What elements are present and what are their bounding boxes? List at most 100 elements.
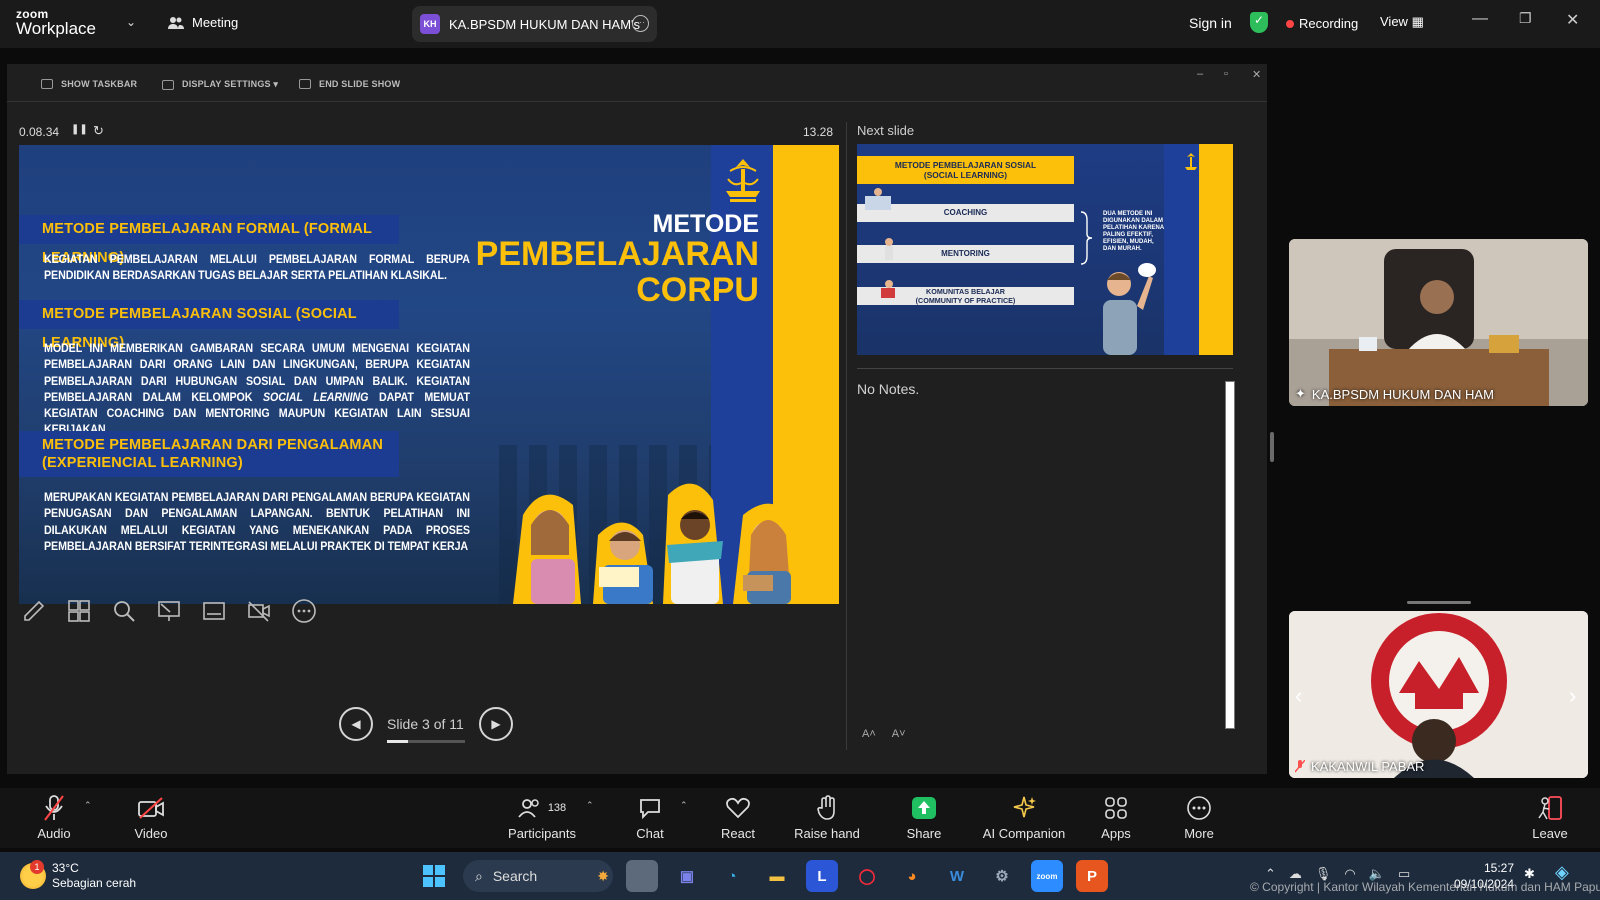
clock-time: 15:27	[1483, 861, 1514, 875]
end-slide-show-button[interactable]: END SLIDE SHOW	[299, 79, 400, 89]
more-label: More	[1184, 826, 1214, 841]
speaker-notes[interactable]: No Notes.	[857, 381, 919, 397]
chevron-down-icon[interactable]: ⌄	[126, 15, 136, 29]
task-view-icon[interactable]	[626, 860, 658, 892]
react-button[interactable]: React	[718, 793, 758, 841]
section-formal-title: METODE PEMBELAJARAN FORMAL (FORMAL LEARN…	[19, 215, 399, 266]
share-button[interactable]: Share	[902, 793, 946, 841]
firefox-browser-icon[interactable]: ◕	[896, 860, 928, 892]
restart-timer-icon[interactable]: ↻	[93, 123, 104, 139]
pane-divider[interactable]	[846, 122, 847, 750]
audio-caret-icon[interactable]: ⌃	[84, 800, 92, 811]
settings-gear-icon[interactable]: ⚙	[986, 860, 1018, 892]
weather-widget[interactable]: 1 33°C Sebagian cerah	[20, 860, 136, 891]
slide-navigation: ◀ Slide 3 of 11 ▶	[339, 707, 513, 743]
raised-hand-icon	[817, 795, 835, 820]
w-app-icon[interactable]: W	[941, 860, 973, 892]
next-tile-icon[interactable]: ›	[1569, 683, 1576, 709]
decrease-font-icon[interactable]: A˅	[892, 728, 906, 740]
restore-window-icon[interactable]: ❐	[1519, 10, 1532, 27]
muted-mic-icon	[1295, 760, 1305, 773]
current-time: 13.28	[803, 125, 834, 139]
presenter-close-icon[interactable]: ✕	[1252, 68, 1261, 81]
split-view-handle[interactable]	[1270, 432, 1274, 462]
ai-companion-button[interactable]: AI Companion	[982, 793, 1066, 841]
taskbar-search[interactable]: ⌕ Search ✸	[463, 860, 613, 892]
search-label: Search	[492, 868, 538, 884]
subtitles-icon[interactable]	[199, 597, 228, 626]
next-slide-icon[interactable]: ▶	[479, 707, 513, 741]
tiles-drag-grip[interactable]	[1407, 601, 1471, 604]
section-experiential-text: MERUPAKAN KEGIATAN PEMBELAJARAN DARI PEN…	[44, 492, 470, 553]
l-app-icon[interactable]: L	[806, 860, 838, 892]
taskbar-apps: ⌕ Search ✸ ▣ ◔ ▬ L ◯ ◕ W ⚙ zoom P	[418, 860, 1108, 892]
zoom-app-icon[interactable]: zoom	[1031, 860, 1063, 892]
more-button[interactable]: More	[1180, 793, 1218, 841]
previous-tile-icon[interactable]: ‹	[1295, 683, 1302, 709]
meeting-label: Meeting	[192, 15, 239, 30]
view-button[interactable]: View ▦	[1380, 14, 1424, 30]
muted-microphone-icon	[44, 795, 64, 821]
ai-companion-label: AI Companion	[982, 826, 1066, 841]
current-slide[interactable]: METODE PEMBELAJARAN FORMAL (FORMAL LEARN…	[19, 145, 839, 604]
slide-progress-bar	[387, 740, 465, 743]
file-explorer-icon[interactable]: ▬	[761, 860, 793, 892]
powerpoint-icon[interactable]: P	[1076, 860, 1108, 892]
video-tile-host[interactable]: ✦ KA.BPSDM HUKUM DAN HAM	[1289, 239, 1588, 406]
see-all-slides-icon[interactable]	[64, 597, 93, 626]
more-options-icon[interactable]: ···	[632, 15, 649, 32]
opera-browser-icon[interactable]: ◯	[851, 860, 883, 892]
video-tile-kakanwil[interactable]: ‹ › KAKANWIL PABAR	[1289, 611, 1588, 778]
edge-browser-icon[interactable]: ◔	[716, 860, 748, 892]
chat-button[interactable]: Chat	[630, 793, 670, 841]
notification-badge: 1	[30, 860, 44, 874]
display-settings-button[interactable]: DISPLAY SETTINGS ▾	[162, 79, 278, 90]
next-slide-label: Next slide	[857, 123, 915, 138]
minimize-window-icon[interactable]: —	[1472, 10, 1488, 28]
raise-hand-button[interactable]: Raise hand	[792, 793, 862, 841]
sign-in-link[interactable]: Sign in	[1189, 15, 1232, 31]
windows-start-icon[interactable]	[418, 860, 450, 892]
temperature: 33°C	[52, 861, 79, 875]
participant-name: KAKANWIL PABAR	[1311, 759, 1425, 774]
teams-meet-icon[interactable]: ▣	[671, 860, 703, 892]
presenter-restore-icon[interactable]: ▫	[1224, 68, 1228, 80]
presenter-minimize-icon[interactable]: –	[1197, 68, 1203, 80]
social-text-italic: SOCIAL LEARNING	[263, 391, 369, 404]
participants-caret-icon[interactable]: ⌃	[586, 800, 594, 811]
chat-bubble-icon	[640, 799, 660, 819]
previous-slide-icon[interactable]: ◀	[339, 707, 373, 741]
notes-scrollbar[interactable]	[1225, 381, 1235, 729]
video-button[interactable]: Video	[132, 793, 170, 841]
leave-button[interactable]: Leave	[1530, 793, 1570, 841]
show-taskbar-button[interactable]: SHOW TASKBAR	[41, 79, 137, 89]
security-shield-icon[interactable]	[1250, 12, 1268, 33]
thinking-person-illustration	[1103, 263, 1156, 355]
kakanwil-name-label: KAKANWIL PABAR	[1295, 759, 1424, 774]
pen-icon[interactable]	[19, 597, 48, 626]
participants-label: Participants	[508, 826, 576, 841]
meeting-title-pill[interactable]: KH KA.BPSDM HUKUM DAN HAM's ···	[412, 6, 657, 42]
participants-button[interactable]: 138 Participants	[500, 793, 584, 841]
next-slide-preview[interactable]: METODE PEMBELAJARAN SOSIAL (SOCIAL LEARN…	[857, 144, 1233, 355]
camera-toggle-icon[interactable]	[244, 597, 273, 626]
share-label: Share	[906, 826, 942, 841]
audio-label: Audio	[37, 826, 71, 841]
more-slide-options-icon[interactable]	[289, 597, 318, 626]
audio-button[interactable]: Audio	[36, 793, 72, 841]
experiential-title-line2: (EXPERIENCIAL LEARNING)	[42, 455, 243, 471]
meeting-menu[interactable]: Meeting	[168, 15, 238, 30]
close-window-icon[interactable]: ✕	[1566, 10, 1579, 30]
next-slide-heading: METODE PEMBELAJARAN SOSIAL (SOCIAL LEARN…	[857, 156, 1074, 184]
recording-indicator[interactable]: Recording	[1286, 16, 1358, 31]
pointer-options-icon[interactable]	[154, 597, 183, 626]
increase-font-icon[interactable]: A˄	[862, 728, 876, 740]
pause-timer-icon[interactable]: ❚❚	[71, 124, 88, 135]
zoom-magnifier-icon[interactable]	[109, 597, 138, 626]
zoom-workplace-logo[interactable]: zoom Workplace	[16, 8, 96, 37]
show-taskbar-label: SHOW TASKBAR	[61, 79, 138, 89]
apps-button[interactable]: Apps	[1096, 793, 1136, 841]
display-icon	[162, 79, 174, 90]
chat-caret-icon[interactable]: ⌃	[680, 800, 688, 811]
host-avatar: KH	[420, 14, 440, 34]
